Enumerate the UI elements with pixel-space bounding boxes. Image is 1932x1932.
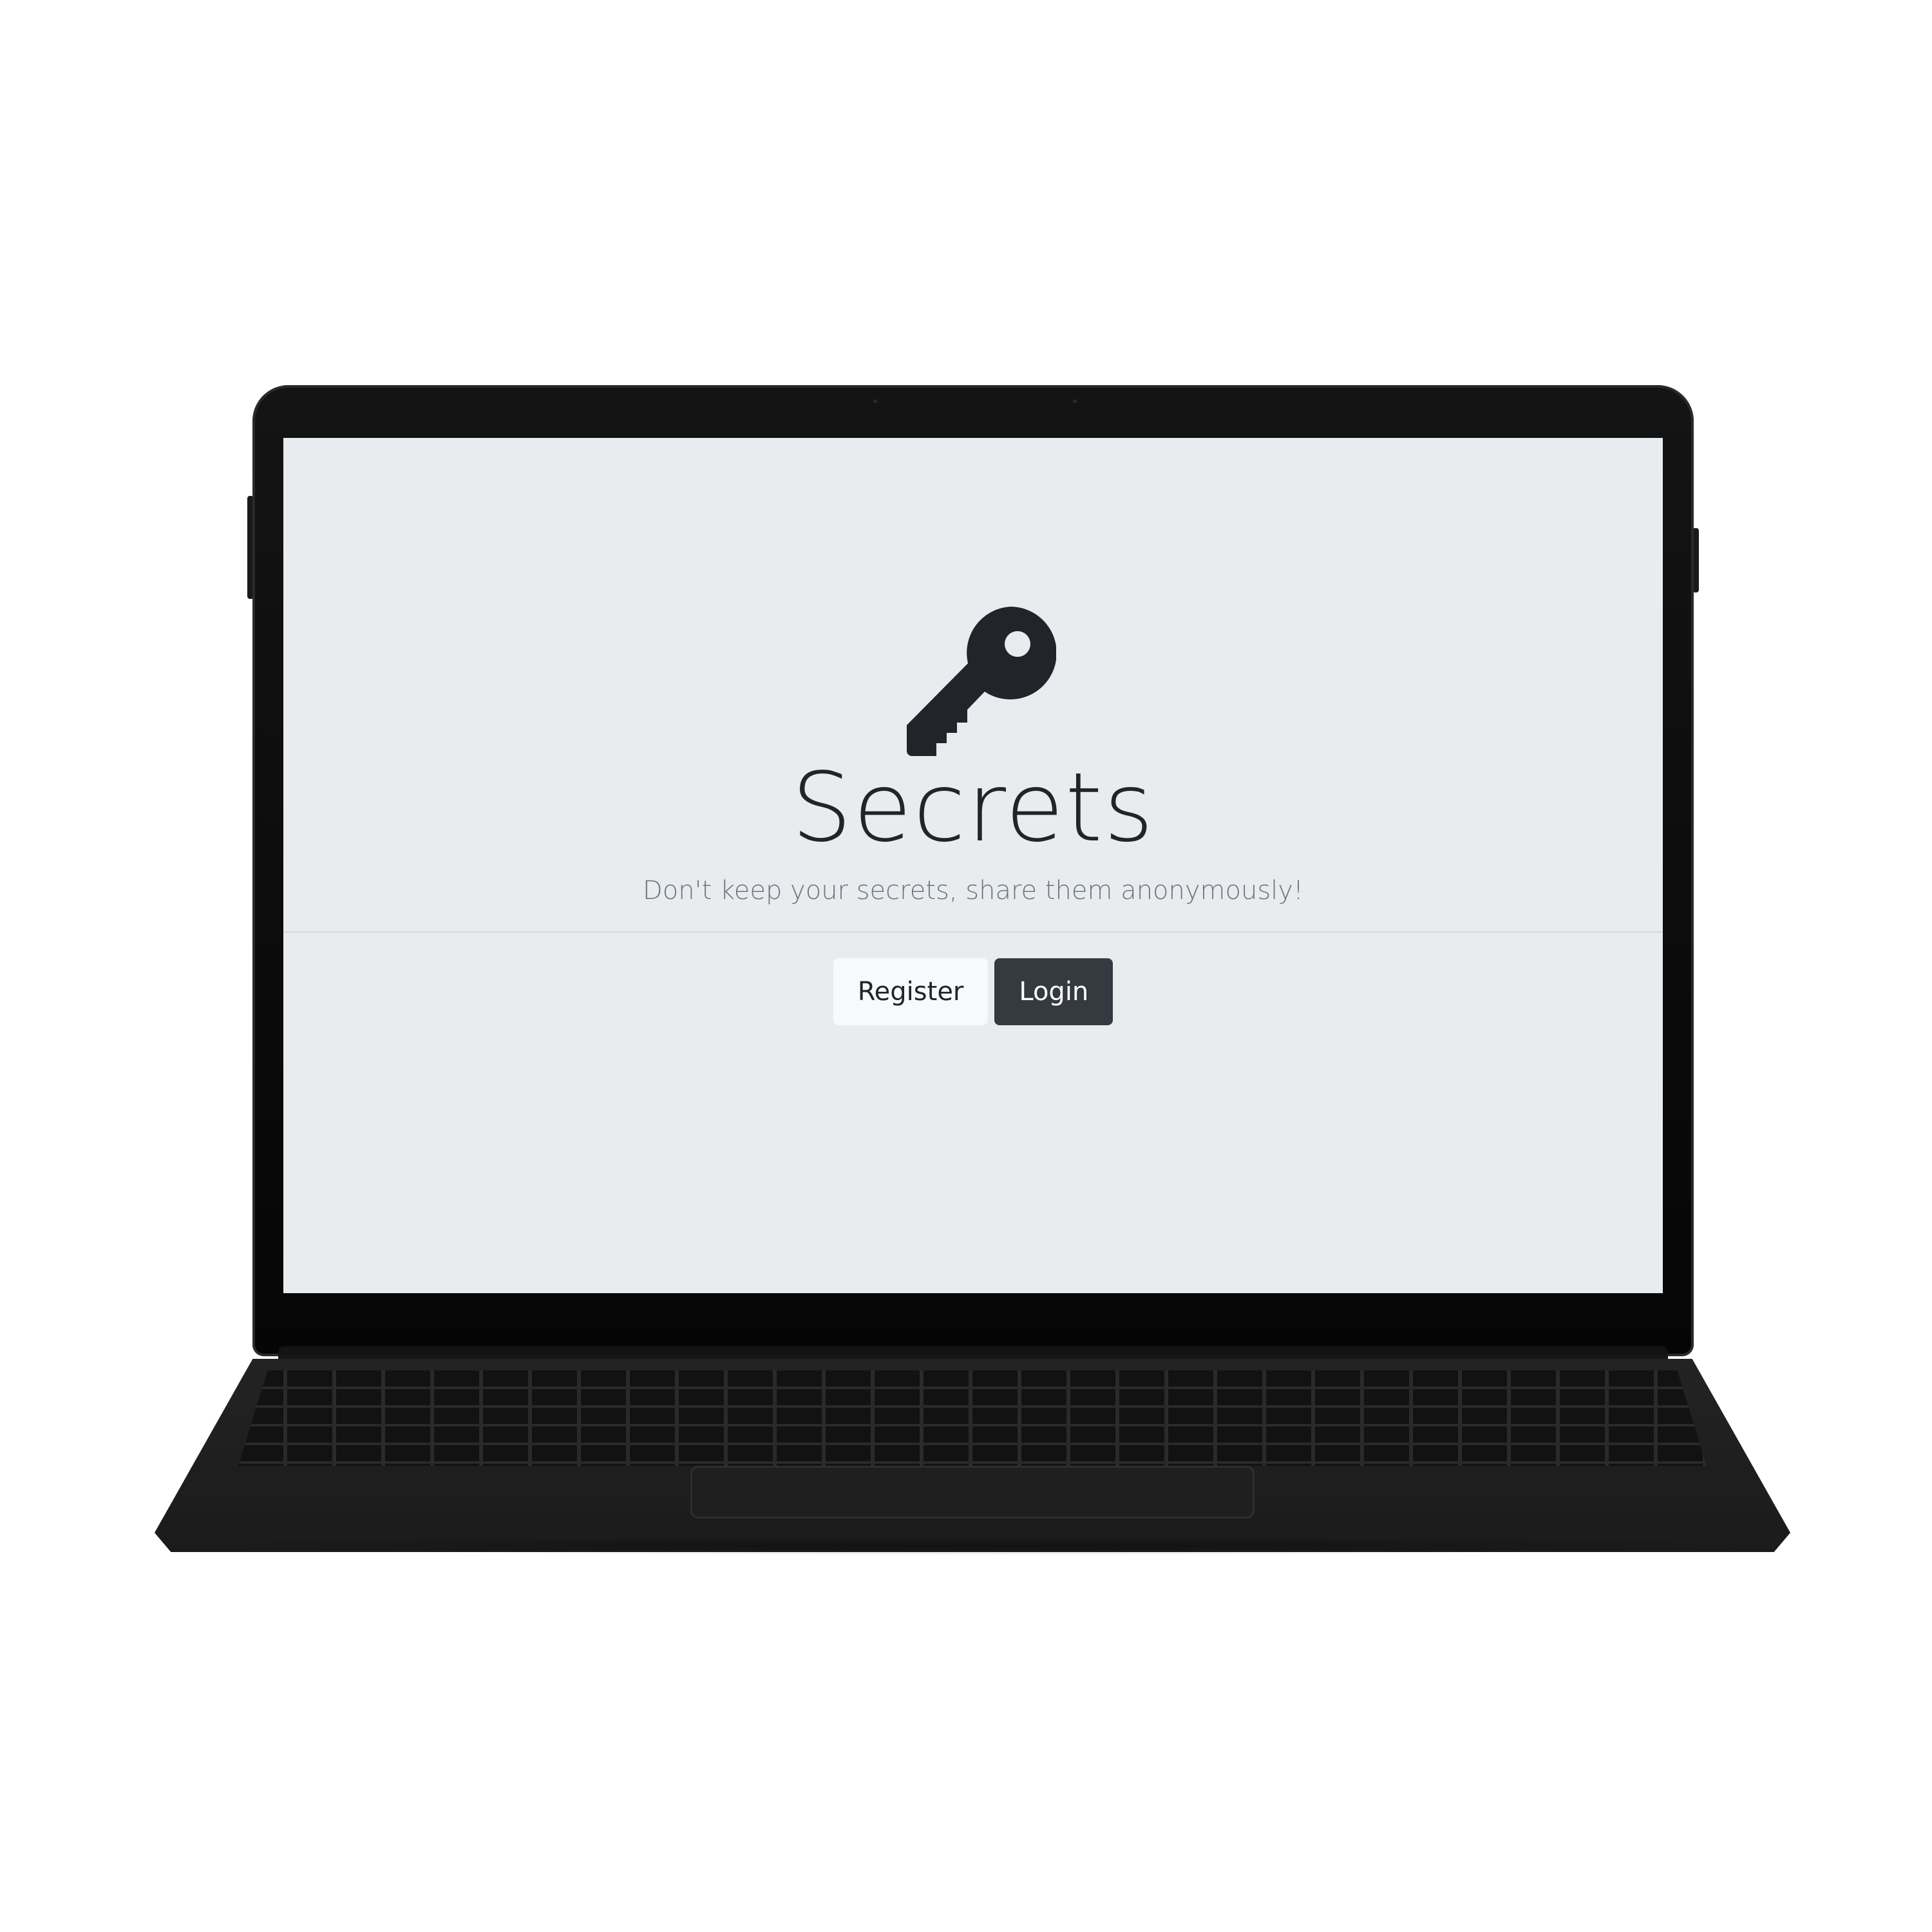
page-title: Secrets (791, 752, 1155, 863)
trackpad (690, 1466, 1255, 1519)
browser-viewport: Secrets Don't keep your secrets, share t… (283, 438, 1663, 1293)
register-button[interactable]: Register (833, 958, 989, 1025)
camera-sensor (873, 399, 877, 403)
auth-buttons: Register Login (283, 958, 1663, 1025)
device-shadow (155, 1536, 1790, 1555)
camera-sensor (1073, 399, 1077, 403)
laptop-lid: Secrets Don't keep your secrets, share t… (252, 385, 1694, 1356)
divider (283, 931, 1663, 933)
login-button[interactable]: Login (994, 958, 1113, 1025)
key-icon (907, 607, 1056, 756)
tagline: Don't keep your secrets, share them anon… (642, 876, 1304, 905)
keyboard-key-rows (238, 1370, 1707, 1466)
